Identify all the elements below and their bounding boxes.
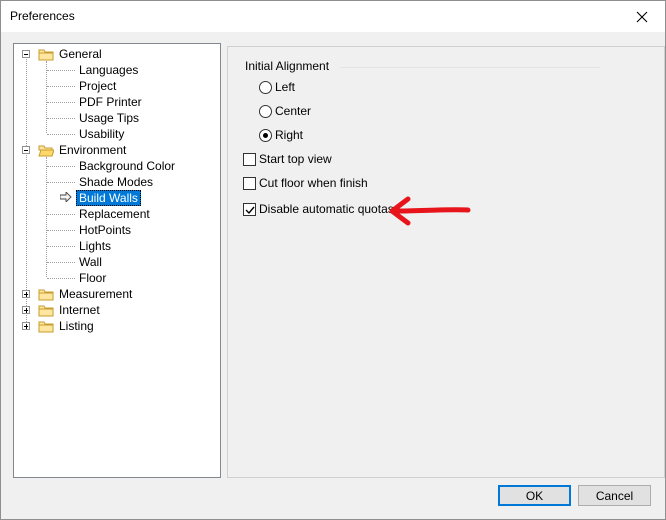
tree-connector (47, 118, 75, 119)
tree-item-usage-tips[interactable]: Usage Tips (77, 110, 141, 126)
tree-item-hotpoints[interactable]: HotPoints (77, 222, 133, 238)
tree-connector (47, 246, 75, 247)
tree-item-background-color[interactable]: Background Color (77, 158, 177, 174)
radio-circle[interactable] (259, 80, 272, 94)
tree-connector (26, 54, 27, 326)
tree-connector (47, 134, 75, 135)
tree-item-pdf-printer[interactable]: PDF Printer (77, 94, 144, 110)
tree-item-general[interactable]: General (57, 46, 104, 62)
collapse-icon[interactable] (22, 146, 30, 154)
radio-right[interactable]: Right (259, 127, 303, 143)
tree-connector (47, 102, 75, 103)
tree-item-environment[interactable]: Environment (57, 142, 128, 158)
expand-icon[interactable] (22, 322, 30, 330)
radio-circle-selected[interactable] (259, 128, 272, 142)
tree-connector (47, 262, 75, 263)
radio-left-label: Left (275, 80, 296, 94)
folder-icon (38, 49, 54, 61)
tree-item-floor[interactable]: Floor (77, 270, 108, 286)
tree-connector (47, 86, 75, 87)
group-divider (340, 67, 600, 68)
tree-item-languages[interactable]: Languages (77, 62, 140, 78)
tree-connector (47, 166, 75, 167)
red-arrow-icon (389, 196, 471, 226)
checkbox-box[interactable] (243, 152, 256, 166)
tree-connector (47, 70, 75, 71)
title-bar: Preferences (1, 1, 665, 32)
collapse-icon[interactable] (22, 50, 30, 58)
radio-center[interactable]: Center (259, 103, 311, 119)
tree-connector (46, 61, 47, 133)
checkbox-box[interactable] (243, 176, 256, 190)
checkbox-disable-quotas[interactable]: Disable automatic quotas (243, 201, 394, 217)
tree-item-wall[interactable]: Wall (77, 254, 104, 270)
tree-item-replacement[interactable]: Replacement (77, 206, 152, 222)
expand-icon[interactable] (22, 290, 30, 298)
group-label-initial-alignment: Initial Alignment (245, 59, 330, 73)
cancel-button[interactable]: Cancel (578, 485, 651, 506)
checkbox-box-checked[interactable] (243, 202, 256, 216)
ok-button[interactable]: OK (498, 485, 571, 506)
checkbox-cut-floor[interactable]: Cut floor when finish (243, 175, 368, 191)
tree-item-usability[interactable]: Usability (77, 126, 126, 142)
tree-item-lights[interactable]: Lights (77, 238, 113, 254)
tree-item-internet[interactable]: Internet (57, 302, 102, 318)
tree-connector (47, 278, 75, 279)
tree-connector (47, 230, 75, 231)
folder-icon (38, 321, 54, 333)
checkmark-icon (245, 206, 255, 214)
tree-connector (46, 157, 47, 277)
close-button[interactable] (619, 1, 665, 32)
tree-connector (47, 182, 75, 183)
tree-item-listing[interactable]: Listing (57, 318, 96, 334)
tree-item-shade-modes[interactable]: Shade Modes (77, 174, 155, 190)
radio-right-label: Right (275, 128, 304, 142)
arrow-icon (60, 192, 72, 202)
checkbox-start-top-view[interactable]: Start top view (243, 151, 332, 167)
checkbox-disable-quotas-label: Disable automatic quotas (259, 202, 394, 216)
tree-connector (47, 214, 75, 215)
radio-left[interactable]: Left (259, 79, 295, 95)
folder-icon (38, 305, 54, 317)
close-icon (636, 11, 648, 22)
preferences-tree[interactable]: General Languages Project PDF Printer Us… (13, 43, 221, 478)
checkbox-cut-floor-label: Cut floor when finish (259, 176, 368, 190)
window-title: Preferences (10, 9, 75, 23)
folder-icon (38, 289, 54, 301)
radio-circle[interactable] (259, 104, 272, 118)
checkbox-start-top-view-label: Start top view (259, 152, 332, 166)
tree-item-build-walls[interactable]: Build Walls (76, 190, 141, 206)
tree-item-measurement[interactable]: Measurement (57, 286, 134, 302)
radio-center-label: Center (275, 104, 312, 118)
tree-item-project[interactable]: Project (77, 78, 118, 94)
expand-icon[interactable] (22, 306, 30, 314)
folder-open-icon (38, 145, 54, 157)
